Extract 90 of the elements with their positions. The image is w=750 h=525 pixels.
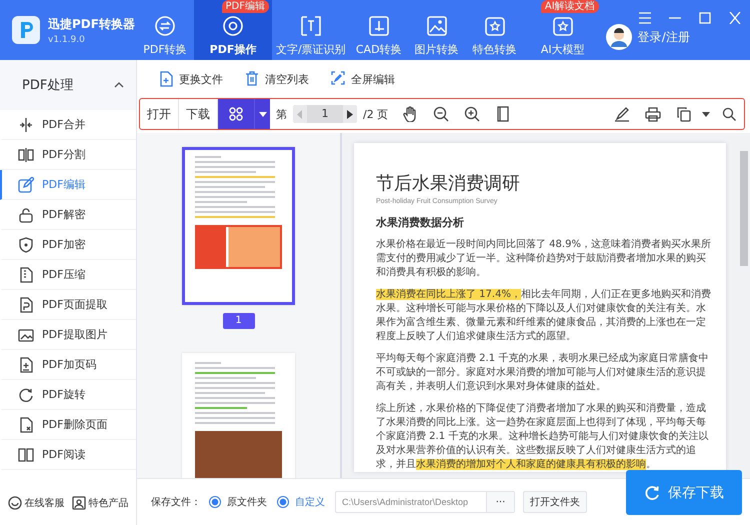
sidebar-item[interactable]: PDF加密 [0, 230, 136, 260]
image-icon [18, 326, 34, 342]
refresh-icon [644, 484, 660, 500]
login-link[interactable]: 登录/注册 [638, 28, 690, 46]
nav-tab[interactable]: 特色转换 [466, 0, 524, 60]
paragraph: 水果消费在同比上涨了 17.4%，相比去年同期，人们正在更多地购买和消费水果。这种增长可能与水果价格的下降以及人们对健康饮食的关注有关。水果作为富含维生素、微量元素和纤维素的健康食品，其消费的上涨也在一定程度上反映了人们追求健康生活方式的愿望。 [376, 288, 712, 344]
split-icon [18, 146, 34, 162]
grid-view-button[interactable] [218, 99, 254, 129]
sidebar-header[interactable]: PDF处理 [0, 60, 136, 110]
section-heading: 水果消费数据分析 [376, 215, 465, 230]
scan-frame-icon [300, 15, 322, 37]
version-label: v1.1.9.0 [48, 34, 86, 44]
fit-page-icon[interactable] [494, 106, 511, 122]
file-plus-icon [18, 356, 34, 372]
file-icon [18, 296, 34, 312]
toolbar-button[interactable]: 清空列表 [245, 71, 309, 87]
unlock-icon [18, 206, 34, 222]
badge-card-icon [72, 496, 86, 510]
chat-icon [8, 496, 22, 510]
document-title: 节后水果消费调研 [376, 172, 521, 195]
sidebar-item[interactable]: PDF加页码 [0, 350, 136, 380]
sidebar-item[interactable]: PDF解密 [0, 200, 136, 230]
swap-circle-icon [154, 15, 176, 37]
edit-icon [18, 176, 34, 192]
caret-icon [258, 112, 266, 116]
open-button[interactable]: 打开 [140, 99, 179, 129]
nav-tab[interactable]: 文字/票证识别 [272, 0, 350, 60]
nav-tab[interactable]: AI解读文档 AI大模型 [524, 0, 602, 60]
search-icon[interactable] [722, 107, 736, 121]
trash-icon [245, 71, 259, 87]
tab-badge: AI解读文档 [540, 0, 599, 13]
sidebar-item[interactable]: PDF删除页面 [0, 410, 136, 440]
radio-button[interactable] [209, 496, 221, 508]
file-delete-icon [18, 416, 34, 432]
print-icon[interactable] [644, 106, 660, 122]
copy-icon[interactable] [676, 106, 692, 122]
app-name: 迅捷PDF转换器 [48, 16, 135, 32]
pen-icon[interactable] [614, 106, 630, 122]
rotate-icon [18, 386, 34, 402]
grid-icon [229, 107, 243, 121]
paragraph: 水果价格在最近一段时间内同比回落了 48.9%，这意味着消费者购买水果所需支付的费用减少了近一半。这种降价趋势对于鼓励消费者增加水果的购买和消费具有积极的影响。 [376, 238, 712, 280]
page-label: 第 [275, 106, 288, 122]
book-icon [18, 446, 34, 462]
edit-frame-icon [331, 71, 345, 87]
caret-icon [114, 82, 124, 88]
radio-label: 原文件夹 [227, 496, 267, 509]
menu-icon[interactable] [638, 12, 652, 24]
radio-button[interactable] [277, 496, 289, 508]
tab-badge: PDF编辑 [222, 0, 269, 13]
sidebar-item[interactable]: PDF提取图片 [0, 320, 136, 350]
zoom-in-icon[interactable] [464, 106, 480, 122]
avatar-icon [606, 24, 632, 50]
maximize-icon[interactable] [698, 12, 712, 24]
paragraph: 平均每天每个家庭消费 2.1 千克的水果，表明水果已经成为家庭日常膳食中不可或缺的一部分。家庭对水果消费的增加可能与人们对健康生活的意识提高有关，并表明人们意识到水果对身体健康的益处。 [376, 352, 710, 394]
page-thumbnail[interactable] [182, 353, 295, 478]
footer-link[interactable]: 在线客服 [8, 496, 64, 510]
nav-tab[interactable]: PDF转换 [136, 0, 194, 60]
open-folder-button[interactable]: 打开文件夹 [523, 491, 587, 513]
nav-tab[interactable]: CAD转换 [350, 0, 408, 60]
sidebar-item[interactable]: PDF压缩 [0, 260, 136, 290]
nav-tab[interactable]: PDF编辑 PDF操作 [194, 0, 272, 60]
toolbar-button[interactable]: 全屏编辑 [331, 71, 395, 87]
hand-icon[interactable] [402, 106, 418, 122]
paragraph: 综上所述，水果价格的下降促使了消费者增加了水果的购买和消费量，造成了水果消费的同比上涨。这一趋势在家庭层面上也得到了体现，平均每天每个家庭消费 2.1 千克的水果。这种增长趋势可能与人们对健康饮食的关注以及对水果营养价值的认识有关。这些数据反映了人们对健康生活方式的追求，并且水果消费的增加对个人和家庭的健康具有积极的影响。 [376, 402, 710, 472]
sidebar-item[interactable]: PDF分割 [0, 140, 136, 170]
page-stepper[interactable]: 1 [293, 105, 357, 123]
zip-file-icon [18, 266, 34, 282]
caret-icon[interactable] [702, 112, 710, 116]
page-thumbnail[interactable] [182, 147, 295, 305]
sidebar-item[interactable]: PDF页面提取 [0, 290, 136, 320]
app-logo-icon [12, 16, 40, 44]
save-label: 保存文件： [151, 496, 201, 509]
dropdown-button[interactable] [254, 99, 270, 129]
save-download-button[interactable]: 保存下载 [626, 470, 742, 515]
sidebar-item[interactable]: PDF旋转 [0, 380, 136, 410]
next-icon[interactable] [347, 110, 353, 118]
zoom-out-icon[interactable] [432, 106, 449, 122]
sidebar-item[interactable]: PDF阅读 [0, 440, 136, 470]
page-number[interactable]: 1 [222, 313, 254, 329]
merge-icon [18, 116, 34, 132]
footer-link[interactable]: 特色产品 [72, 496, 128, 510]
toolbar-button[interactable]: 更换文件 [159, 71, 223, 87]
file-plus-icon [159, 71, 173, 87]
radio-label: 自定义 [295, 496, 325, 509]
page-total: /2 页 [362, 106, 390, 122]
shield-icon [18, 236, 34, 252]
sidebar-item[interactable]: PDF合并 [0, 110, 136, 140]
image-icon [426, 15, 448, 37]
close-icon[interactable] [728, 12, 742, 24]
nav-tab[interactable]: 图片转换 [408, 0, 466, 60]
